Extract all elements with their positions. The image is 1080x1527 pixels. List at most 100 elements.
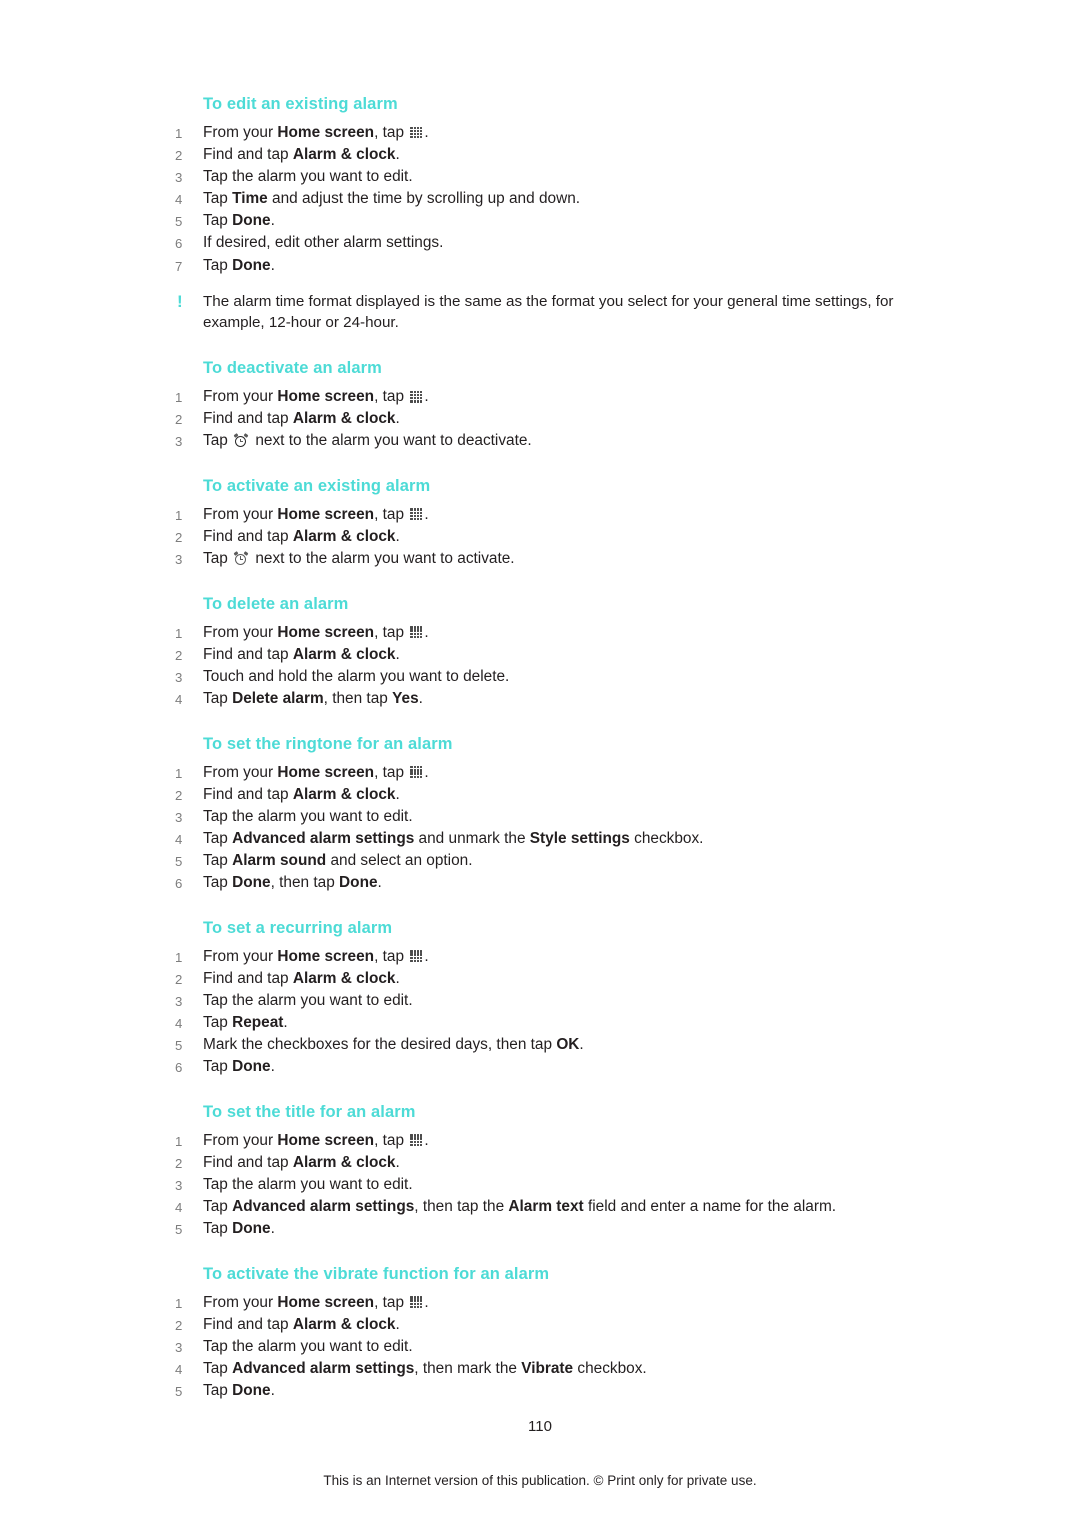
step-text: If desired, edit other alarm settings. [203, 234, 444, 252]
step-item: 1 From your Home screen, tap . [175, 1131, 915, 1153]
step-item: 4 Tap Time and adjust the time by scrolli… [175, 189, 915, 211]
step-text: Find and tap Alarm & clock. [203, 969, 400, 987]
step-text: From your Home screen, tap . [203, 388, 429, 406]
apps-grid-icon [409, 389, 423, 403]
emphasis-text: Alarm & clock [292, 1153, 396, 1171]
procedure-section: To edit an existing alarm 1 From your Home… [175, 95, 915, 333]
emphasis-text: Home screen [277, 763, 375, 781]
procedure-section: To set the title for an alarm 1 From your … [175, 1103, 915, 1241]
emphasis-text: Style settings [529, 829, 630, 847]
step-number: 1 [175, 1133, 183, 1149]
step-number: 4 [175, 192, 183, 208]
step-list: 1 From your Home screen, tap . 2 Find and t… [175, 623, 915, 711]
apps-grid-icon [409, 949, 423, 963]
step-list: 1 From your Home screen, tap . 2 Find and t… [175, 387, 915, 453]
step-item: 4 Tap Delete alarm, then tap Yes. [175, 689, 915, 711]
emphasis-text: Home screen [277, 947, 375, 965]
step-text: Find and tap Alarm & clock. [203, 645, 400, 663]
procedure-section: To deactivate an alarm 1 From your Home sc… [175, 359, 915, 453]
procedure-section: To set the ringtone for an alarm 1 From yo… [175, 735, 915, 895]
step-number: 4 [175, 1200, 183, 1215]
step-item: 2 Find and tap Alarm & clock. [175, 527, 915, 549]
emphasis-text: Vibrate [521, 1359, 574, 1377]
section-heading: To set the title for an alarm [203, 1102, 416, 1121]
apps-grid-icon [409, 1295, 423, 1309]
emphasis-text: Repeat [232, 1013, 284, 1031]
emphasis-text: Alarm & clock [292, 146, 396, 164]
step-text: From your Home screen, tap . [203, 623, 429, 641]
emphasis-text: Alarm text [508, 1198, 584, 1215]
step-item: 5 Tap Done. [175, 1219, 915, 1241]
emphasis-text: Alarm & clock [292, 645, 396, 663]
emphasis-text: OK [556, 1036, 580, 1054]
step-text: Tap the alarm you want to edit. [203, 991, 413, 1009]
step-number: 2 [175, 148, 183, 164]
alarm-clock-on-icon [233, 432, 249, 448]
page-number: 110 [528, 1418, 552, 1435]
step-item: 2 Find and tap Alarm & clock. [175, 969, 915, 991]
emphasis-text: Home screen [277, 388, 375, 406]
step-number: 2 [175, 971, 183, 987]
step-number: 2 [175, 412, 183, 428]
step-text: Tap Done, then tap Done. [203, 874, 382, 892]
step-item: 3 Tap the alarm you want to edit. [175, 167, 915, 189]
step-item: 6 Tap Done. [175, 1057, 915, 1079]
step-item: 3 Tap next to the alarm you want to deact… [175, 431, 915, 453]
step-number: 3 [175, 1177, 183, 1193]
step-number: 5 [175, 1222, 183, 1238]
section-heading: To set a recurring alarm [203, 918, 393, 937]
document-page: To edit an existing alarm 1 From your Home… [0, 0, 1080, 1527]
emphasis-text: Alarm & clock [292, 528, 396, 546]
step-item: 3 Tap the alarm you want to edit. [175, 991, 915, 1013]
step-item: 6 If desired, edit other alarm settings. [175, 233, 915, 255]
step-number: 4 [175, 692, 183, 707]
emphasis-text: Advanced alarm settings [232, 1359, 415, 1377]
step-number: 3 [175, 669, 183, 685]
step-item: 4 Tap Repeat. [175, 1013, 915, 1035]
step-item: 1 From your Home screen, tap . [175, 1293, 915, 1315]
step-text: Tap next to the alarm you want to activa… [203, 550, 515, 568]
emphasis-text: Delete alarm [232, 690, 324, 707]
step-item: 2 Find and tap Alarm & clock. [175, 785, 915, 807]
step-text: Find and tap Alarm & clock. [203, 146, 400, 164]
apps-grid-icon [409, 1133, 423, 1147]
step-number: 6 [175, 1060, 183, 1076]
emphasis-text: Done [232, 256, 271, 274]
step-item: 6 Tap Done, then tap Done. [175, 873, 915, 895]
step-text: Tap Done. [203, 212, 275, 230]
step-list: 1 From your Home screen, tap . 2 Find and t… [175, 505, 915, 571]
apps-grid-icon [409, 625, 423, 639]
step-text: Tap Advanced alarm settings, then mark t… [203, 1359, 647, 1377]
step-item: 2 Find and tap Alarm & clock. [175, 645, 915, 667]
emphasis-text: Done [232, 1382, 271, 1400]
emphasis-text: Alarm & clock [292, 1315, 396, 1333]
section-heading: To delete an alarm [203, 594, 349, 613]
emphasis-text: Alarm sound [232, 851, 327, 869]
note-block: ! The alarm time format displayed is the … [175, 292, 915, 333]
emphasis-text: Yes [392, 690, 419, 707]
emphasis-text: Home screen [277, 1131, 375, 1149]
apps-grid-icon [409, 125, 423, 139]
step-text: From your Home screen, tap . [203, 505, 429, 523]
step-list: 1 From your Home screen, tap . 2 Find and t… [175, 123, 915, 277]
step-number: 4 [175, 1361, 183, 1377]
step-text: Tap Done. [203, 1382, 275, 1400]
step-number: 7 [175, 258, 183, 274]
step-item: 2 Find and tap Alarm & clock. [175, 1315, 915, 1337]
note-text: The alarm time format displayed is the s… [203, 293, 894, 331]
step-item: 2 Find and tap Alarm & clock. [175, 409, 915, 431]
step-number: 5 [175, 1038, 183, 1054]
emphasis-text: Advanced alarm settings [232, 1198, 415, 1215]
step-list: 1 From your Home screen, tap . 2 Find and t… [175, 1293, 915, 1403]
step-number: 5 [175, 853, 183, 869]
step-number: 2 [175, 787, 183, 803]
step-text: Tap the alarm you want to edit. [203, 1337, 413, 1355]
step-item: 2 Find and tap Alarm & clock. [175, 145, 915, 167]
step-text: Find and tap Alarm & clock. [203, 1315, 400, 1333]
step-text: From your Home screen, tap . [203, 1131, 429, 1149]
emphasis-text: Alarm & clock [292, 410, 396, 428]
emphasis-text: Home screen [277, 1293, 375, 1311]
step-number: 4 [175, 1015, 183, 1031]
emphasis-text: Alarm & clock [292, 969, 396, 987]
step-number: 2 [175, 530, 183, 546]
